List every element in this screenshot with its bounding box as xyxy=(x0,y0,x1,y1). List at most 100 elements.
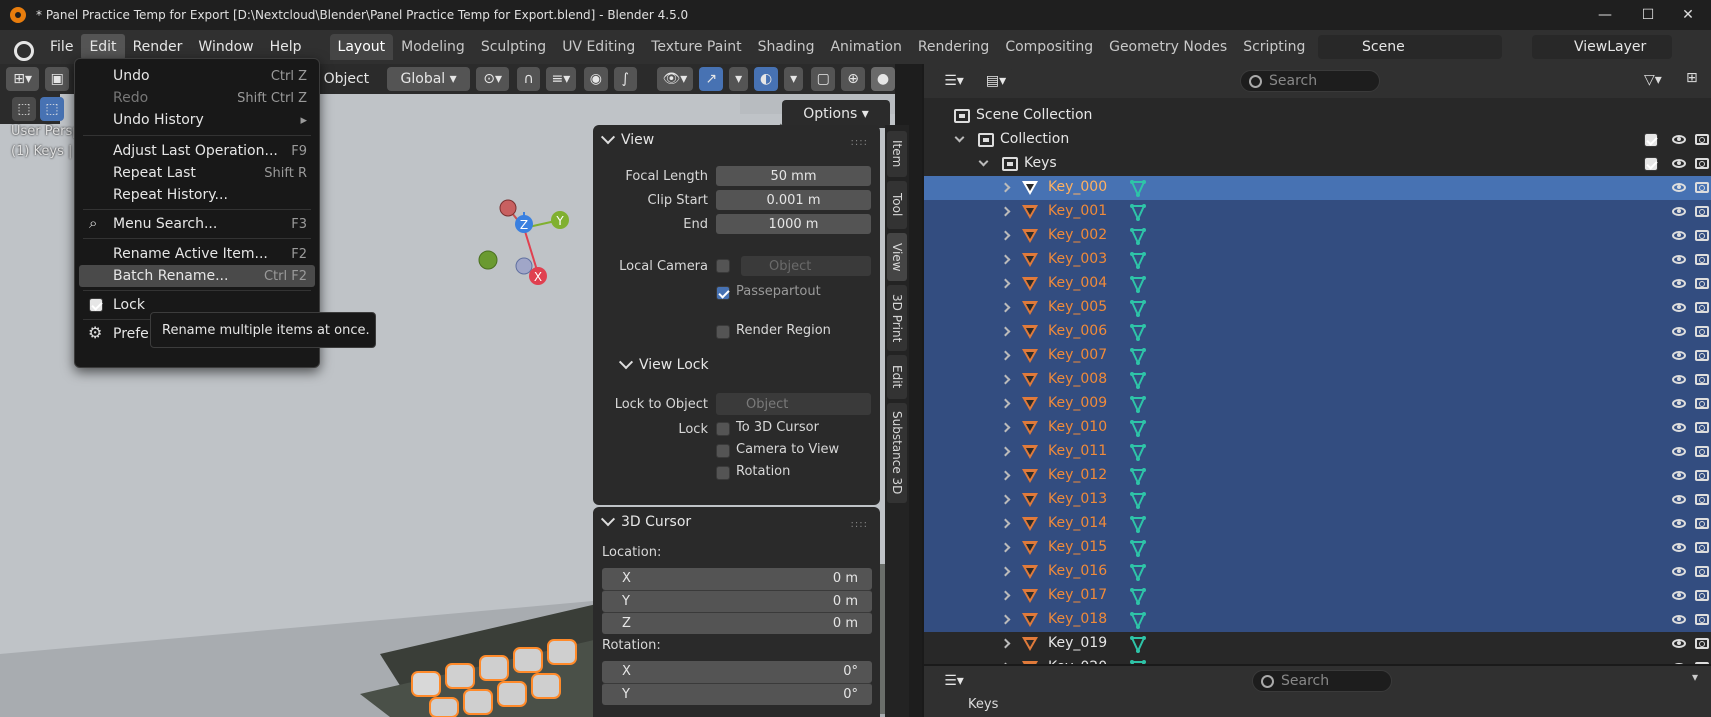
pivot-point-button[interactable]: ⊙▾ xyxy=(476,67,510,91)
scene-selector[interactable]: Scene xyxy=(1318,35,1502,59)
chevron-right-icon[interactable] xyxy=(1000,254,1011,265)
local-camera-checkbox[interactable] xyxy=(716,259,730,273)
camera-icon[interactable] xyxy=(1695,230,1709,241)
outliner-scene-collection[interactable]: Scene Collection xyxy=(924,104,1711,128)
tab-substance-3d[interactable]: Substance 3D xyxy=(887,403,907,503)
tab-item[interactable]: Item xyxy=(887,131,907,177)
outliner-object-row[interactable]: Key_020 xyxy=(924,656,1711,664)
outliner-object-row[interactable]: Key_000 xyxy=(924,176,1711,200)
eye-icon[interactable] xyxy=(1672,351,1686,360)
eye-icon[interactable] xyxy=(1672,423,1686,432)
outliner-object-row[interactable]: Key_004 xyxy=(924,272,1711,296)
chevron-right-icon[interactable] xyxy=(1000,542,1011,553)
mesh-data-icon[interactable] xyxy=(1130,323,1146,342)
outliner-object-row[interactable]: Key_018 xyxy=(924,608,1711,632)
camera-icon[interactable] xyxy=(1695,398,1709,409)
drag-grip-icon[interactable]: :::: xyxy=(851,137,868,148)
menu-item-undo-history[interactable]: Undo History ▸ xyxy=(79,109,315,131)
minimize-button[interactable]: — xyxy=(1582,0,1628,30)
chevron-right-icon[interactable] xyxy=(1000,302,1011,313)
exclude-checkbox[interactable] xyxy=(1644,157,1658,171)
lock-to-3d-cursor-checkbox[interactable] xyxy=(716,422,730,436)
overlays-dropdown-icon[interactable]: ▾ xyxy=(784,67,804,91)
workspace-tab-sculpting[interactable]: Sculpting xyxy=(473,34,554,60)
outliner-object-row[interactable]: Key_005 xyxy=(924,296,1711,320)
mesh-data-icon[interactable] xyxy=(1130,275,1146,294)
camera-icon[interactable] xyxy=(1695,134,1709,145)
camera-icon[interactable] xyxy=(1695,470,1709,481)
chevron-right-icon[interactable] xyxy=(1000,494,1011,505)
eye-icon[interactable] xyxy=(1672,135,1686,144)
camera-icon[interactable] xyxy=(1695,422,1709,433)
eye-icon[interactable] xyxy=(1672,255,1686,264)
focal-length-field[interactable]: 50 mm xyxy=(716,166,871,186)
workspace-tab-animation[interactable]: Animation xyxy=(822,34,909,60)
mesh-data-icon[interactable] xyxy=(1130,347,1146,366)
mesh-data-icon[interactable] xyxy=(1130,299,1146,318)
view-panel-header[interactable]: View xyxy=(593,125,880,155)
outliner-object-row[interactable]: Key_015 xyxy=(924,536,1711,560)
mesh-data-icon[interactable] xyxy=(1130,515,1146,534)
filter-icon[interactable]: ▽▾ xyxy=(1644,72,1662,88)
lock-to-object-field[interactable]: Object xyxy=(716,393,871,415)
eye-icon[interactable] xyxy=(1672,375,1686,384)
camera-icon[interactable] xyxy=(1695,302,1709,313)
outliner-object-row[interactable]: Key_019 xyxy=(924,632,1711,656)
menu-item-repeat-last[interactable]: Repeat Last Shift R xyxy=(79,162,315,184)
eye-icon[interactable] xyxy=(1672,519,1686,528)
tab-view[interactable]: View xyxy=(887,233,907,281)
menu-window[interactable]: Window xyxy=(190,34,261,60)
menu-item-adjust-last-operation[interactable]: Adjust Last Operation... F9 xyxy=(79,140,315,162)
chevron-right-icon[interactable] xyxy=(1000,470,1011,481)
outliner-object-row[interactable]: Key_007 xyxy=(924,344,1711,368)
mesh-data-icon[interactable] xyxy=(1130,419,1146,438)
camera-icon[interactable] xyxy=(1695,566,1709,577)
clip-start-field[interactable]: 0.001 m xyxy=(716,190,871,210)
chevron-right-icon[interactable] xyxy=(1000,422,1011,433)
menu-help[interactable]: Help xyxy=(262,34,310,60)
tab-3d-print[interactable]: 3D Print xyxy=(887,285,907,351)
eye-icon[interactable] xyxy=(1672,495,1686,504)
local-camera-object-field[interactable]: Object xyxy=(741,256,871,276)
outliner-object-row[interactable]: Key_014 xyxy=(924,512,1711,536)
outliner-object-row[interactable]: Key_003 xyxy=(924,248,1711,272)
menu-edit[interactable]: Edit xyxy=(81,34,125,60)
cursor-location-y[interactable]: Y 0 m xyxy=(602,590,872,612)
properties-search-input[interactable]: Search xyxy=(1252,670,1392,692)
chevron-right-icon[interactable] xyxy=(1000,590,1011,601)
mesh-data-icon[interactable] xyxy=(1130,443,1146,462)
drag-grip-icon[interactable]: :::: xyxy=(851,519,868,530)
mesh-data-icon[interactable] xyxy=(1130,587,1146,606)
menu-item-undo[interactable]: Undo Ctrl Z xyxy=(79,65,315,87)
display-mode-button[interactable]: ▤▾ xyxy=(978,69,1014,93)
tab-edit[interactable]: Edit xyxy=(887,355,907,399)
eye-icon[interactable] xyxy=(1672,303,1686,312)
chevron-right-icon[interactable] xyxy=(1000,446,1011,457)
blender-logo-icon[interactable] xyxy=(10,36,34,61)
shading-solid-icon[interactable]: ● xyxy=(870,67,895,91)
chevron-right-icon[interactable] xyxy=(1000,518,1011,529)
chevron-down-icon[interactable] xyxy=(978,156,989,167)
camera-icon[interactable] xyxy=(1695,518,1709,529)
menu-render[interactable]: Render xyxy=(125,34,191,60)
cursor-location-x[interactable]: X 0 m xyxy=(602,568,872,590)
workspace-tab-rendering[interactable]: Rendering xyxy=(910,34,998,60)
overlays-toggle-icon[interactable]: ◐ xyxy=(754,67,779,91)
falloff-icon[interactable]: ∫ xyxy=(613,67,637,91)
chevron-right-icon[interactable] xyxy=(1000,206,1011,217)
camera-icon[interactable] xyxy=(1695,614,1709,625)
view-layer-selector[interactable]: ViewLayer xyxy=(1532,35,1672,59)
new-collection-icon[interactable]: ⊞ xyxy=(1686,70,1698,86)
outliner-keys-collection[interactable]: Keys xyxy=(924,152,1711,176)
workspace-tab-scripting[interactable]: Scripting xyxy=(1235,34,1313,60)
mesh-data-icon[interactable] xyxy=(1130,611,1146,630)
camera-icon[interactable] xyxy=(1695,350,1709,361)
outliner-object-row[interactable]: Key_013 xyxy=(924,488,1711,512)
camera-icon[interactable] xyxy=(1695,206,1709,217)
properties-editor-type-button[interactable]: ☰▾ xyxy=(936,669,972,693)
outliner-object-row[interactable]: Key_016 xyxy=(924,560,1711,584)
3d-cursor-header[interactable]: 3D Cursor xyxy=(593,507,880,537)
camera-icon[interactable] xyxy=(1695,158,1709,169)
eye-icon[interactable] xyxy=(1672,183,1686,192)
eye-icon[interactable] xyxy=(1672,279,1686,288)
